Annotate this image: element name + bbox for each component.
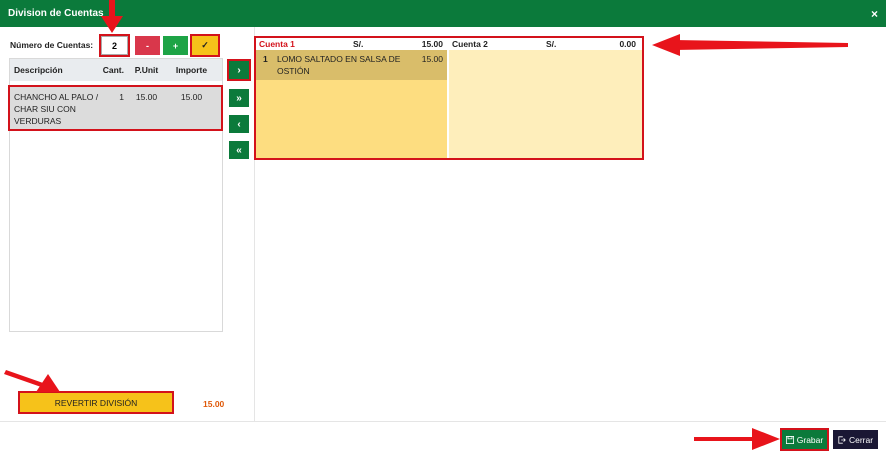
annotation-arrow-save: [694, 428, 780, 450]
save-icon: [785, 435, 794, 444]
col-unit-price: P.Unit: [134, 65, 159, 75]
divider: [254, 27, 255, 421]
table-row[interactable]: CHANCHO AL PALO / CHAR SIU CON VERDURAS …: [8, 85, 223, 131]
count-label: Número de Cuentas:: [10, 40, 94, 50]
annotation-arrow-revert: [4, 370, 60, 392]
revert-division-button[interactable]: REVERTIR DIVISIÓN: [18, 391, 174, 414]
row-unit-price: 15.00: [135, 92, 158, 102]
close-button[interactable]: Cerrar: [833, 430, 878, 449]
account-2-name: Cuenta 2: [452, 39, 488, 49]
account-2-items: [449, 50, 642, 158]
account-2[interactable]: Cuenta 2 S/. 0.00: [449, 38, 642, 158]
decrease-button[interactable]: -: [135, 36, 160, 55]
exit-icon: [838, 435, 846, 444]
account-1[interactable]: Cuenta 1 S/. 15.00 1 LOMO SALTADO EN SAL…: [256, 38, 449, 158]
close-icon[interactable]: ×: [871, 7, 878, 21]
col-description: Descripción: [14, 65, 63, 75]
item-description: LOMO SALTADO EN SALSA DE OSTIÓN: [277, 54, 401, 76]
account-1-header: Cuenta 1 S/. 15.00: [256, 38, 447, 50]
confirm-button[interactable]: ✓: [190, 34, 220, 57]
row-amount: 15.00: [180, 92, 203, 102]
list-item[interactable]: 1 LOMO SALTADO EN SALSA DE OSTIÓN 15.00: [256, 50, 447, 80]
save-button[interactable]: Grabar: [780, 428, 829, 451]
move-all-right-button[interactable]: »: [229, 89, 249, 107]
move-one-right-button[interactable]: ›: [227, 59, 251, 81]
close-label: Cerrar: [848, 434, 874, 445]
account-2-total: 0.00: [619, 39, 636, 49]
row-quantity: 1: [119, 92, 124, 102]
save-label: Grabar: [796, 434, 824, 445]
table-header: Descripción Cant. P.Unit Importe: [10, 59, 222, 81]
count-input[interactable]: [99, 34, 130, 57]
items-table: Descripción Cant. P.Unit Importe CHANCHO…: [8, 58, 223, 332]
item-quantity: 1: [263, 54, 268, 64]
item-price: 15.00: [421, 54, 443, 64]
annotation-arrow-top: [101, 0, 123, 33]
modal-title: Division de Cuentas: [8, 8, 104, 19]
increase-button[interactable]: +: [163, 36, 188, 55]
move-one-left-button[interactable]: ‹: [229, 115, 249, 133]
modal-header: Division de Cuentas ×: [0, 0, 886, 27]
annotation-arrow-right: [652, 34, 848, 56]
accounts-panel: Cuenta 1 S/. 15.00 1 LOMO SALTADO EN SAL…: [254, 36, 644, 160]
account-1-name: Cuenta 1: [259, 39, 295, 49]
move-all-left-button[interactable]: «: [229, 141, 249, 159]
footer-divider: [0, 421, 886, 422]
col-quantity: Cant.: [102, 65, 124, 75]
row-description: CHANCHO AL PALO / CHAR SIU CON VERDURAS: [14, 92, 99, 126]
account-1-currency: S/.: [353, 39, 364, 49]
revert-total: 15.00: [203, 399, 225, 409]
account-2-header: Cuenta 2 S/. 0.00: [449, 38, 642, 50]
division-modal: Division de Cuentas × Número de Cuentas:…: [0, 0, 886, 458]
account-2-currency: S/.: [546, 39, 557, 49]
account-1-items: 1 LOMO SALTADO EN SALSA DE OSTIÓN 15.00: [256, 50, 447, 158]
col-amount: Importe: [175, 65, 208, 75]
account-1-total: 15.00: [421, 39, 443, 49]
